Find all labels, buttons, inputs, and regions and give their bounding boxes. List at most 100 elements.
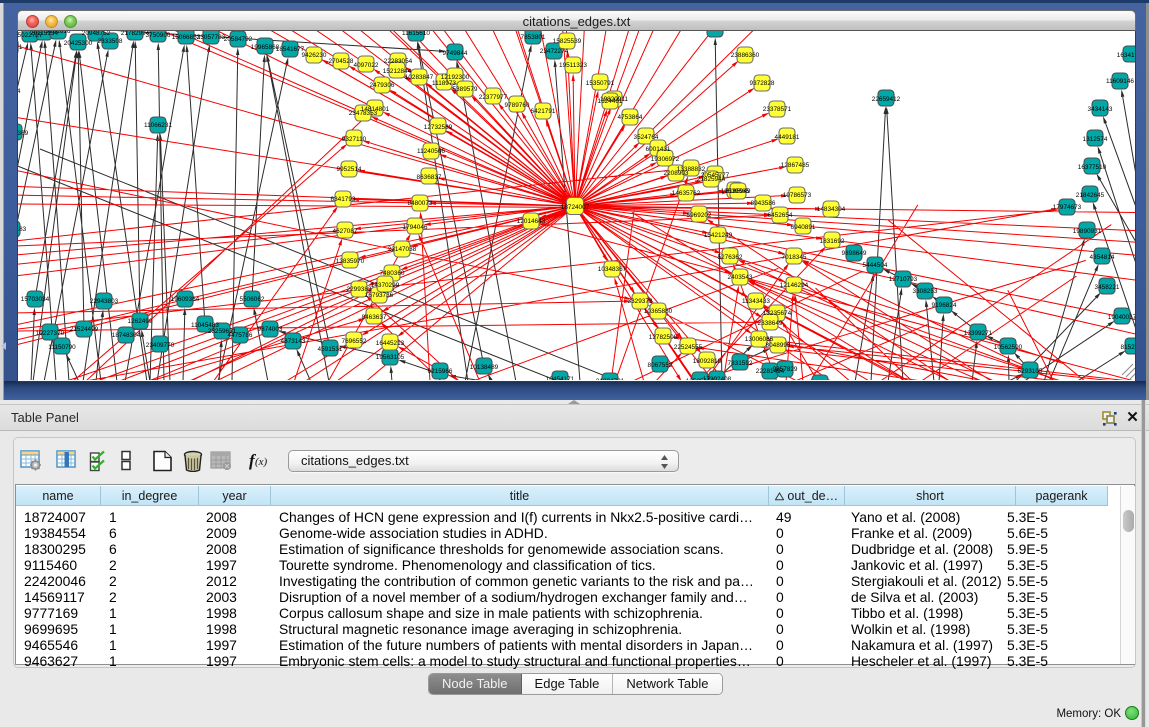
svg-text:2333508: 2333508 (98, 38, 123, 45)
svg-text:4449181: 4449181 (775, 134, 800, 141)
svg-text:18541677: 18541677 (276, 46, 305, 53)
svg-text:12710793: 12710793 (889, 276, 918, 283)
svg-text:9874003: 9874003 (258, 326, 283, 333)
svg-text:6341793: 6341793 (331, 196, 356, 203)
svg-text:9857829: 9857829 (773, 366, 798, 373)
svg-text:23147038: 23147038 (388, 246, 417, 253)
svg-text:22283054: 22283054 (384, 58, 413, 65)
svg-text:23472274: 23472274 (540, 48, 569, 55)
svg-text:5969202: 5969202 (687, 212, 712, 219)
svg-text:3308253: 3308253 (913, 288, 938, 295)
svg-text:6452654: 6452654 (768, 212, 793, 219)
svg-text:5391546: 5391546 (18, 182, 19, 189)
svg-text:1312574: 1312574 (1083, 136, 1108, 143)
svg-text:16341910: 16341910 (1117, 52, 1135, 59)
svg-text:13399271: 13399271 (964, 330, 993, 337)
svg-text:10348367: 10348367 (598, 266, 627, 273)
svg-text:20948752: 20948752 (82, 31, 111, 37)
svg-text:18092818: 18092818 (693, 358, 722, 365)
svg-text:2704528: 2704528 (329, 58, 354, 65)
svg-text:14834304: 14834304 (817, 206, 846, 213)
svg-text:7480360: 7480360 (380, 270, 405, 277)
svg-text:10365880: 10365880 (644, 308, 673, 315)
svg-text:1831692: 1831692 (820, 238, 845, 245)
svg-text:9196824: 9196824 (932, 302, 957, 309)
svg-text:21825944: 21825944 (697, 176, 726, 183)
svg-text:3524764: 3524764 (634, 134, 659, 141)
svg-text:7696552: 7696552 (342, 338, 367, 345)
svg-text:6185949: 6185949 (726, 188, 751, 195)
svg-text:4753864: 4753864 (618, 114, 643, 121)
svg-text:10283847: 10283847 (405, 74, 434, 81)
svg-text:8636837: 8636837 (417, 174, 442, 181)
svg-text:16445213: 16445213 (376, 340, 405, 347)
svg-text:21524499: 21524499 (70, 326, 99, 333)
svg-text:11542261: 11542261 (701, 31, 729, 33)
svg-text:11343433: 11343433 (742, 298, 770, 305)
svg-text:5506062: 5506062 (240, 296, 265, 303)
svg-text:5389579: 5389579 (453, 86, 478, 93)
svg-text:1324461: 1324461 (598, 98, 623, 105)
svg-text:12192300: 12192300 (441, 74, 470, 81)
svg-text:8463637: 8463637 (362, 314, 387, 321)
svg-text:3434143: 3434143 (1088, 106, 1113, 113)
svg-text:20584792: 20584792 (224, 36, 253, 43)
svg-text:15350791: 15350791 (586, 80, 615, 87)
svg-text:20425300: 20425300 (64, 40, 93, 47)
svg-text:5276362: 5276362 (718, 254, 743, 261)
svg-text:7853801: 7853801 (521, 34, 546, 41)
svg-text:22943803: 22943803 (90, 298, 119, 305)
svg-text:18748304: 18748304 (112, 332, 141, 339)
svg-text:19609364: 19609364 (171, 296, 200, 303)
svg-text:4475786: 4475786 (228, 332, 253, 339)
svg-text:4627087: 4627087 (333, 228, 358, 235)
svg-text:4873143: 4873143 (281, 338, 306, 345)
svg-text:23378571: 23378571 (763, 106, 792, 113)
svg-text:19040017: 19040017 (1108, 314, 1135, 321)
svg-text:8943586: 8943586 (751, 200, 776, 207)
svg-text:15421249: 15421249 (704, 232, 733, 239)
svg-text:18724007: 18724007 (561, 204, 590, 211)
svg-text:14635762: 14635762 (672, 190, 701, 197)
svg-text:6421791: 6421791 (531, 108, 556, 115)
svg-text:12014643: 12014643 (517, 218, 546, 225)
svg-text:19890931: 19890931 (1073, 228, 1102, 235)
svg-text:2403543: 2403543 (728, 274, 753, 281)
svg-text:19563105: 19563105 (376, 354, 405, 361)
svg-text:19306972: 19306972 (651, 156, 680, 163)
svg-text:5444504: 5444504 (863, 262, 888, 269)
svg-text:15825539: 15825539 (553, 38, 582, 45)
svg-text:21294721: 21294721 (596, 378, 625, 380)
svg-text:12146294: 12146294 (780, 282, 809, 289)
svg-text:8152271: 8152271 (1121, 344, 1135, 351)
svg-text:22659412: 22659412 (872, 96, 901, 103)
svg-text:16377510: 16377510 (1078, 164, 1107, 171)
svg-text:9372828: 9372828 (750, 80, 775, 87)
svg-text:2479306: 2479306 (370, 82, 395, 89)
svg-text:4354814: 4354814 (1090, 254, 1115, 261)
svg-text:14370299: 14370299 (371, 282, 400, 289)
svg-text:11150790: 11150790 (48, 344, 76, 351)
svg-text:12782508: 12782508 (649, 334, 678, 341)
svg-text:9912544: 9912544 (18, 88, 21, 95)
svg-text:11066231: 11066231 (144, 122, 172, 129)
svg-text:22377977: 22377977 (479, 94, 508, 101)
svg-text:6001431: 6001431 (646, 146, 671, 153)
svg-text:1794046: 1794046 (403, 224, 428, 231)
svg-text:2338649: 2338649 (758, 320, 783, 327)
svg-text:12732589: 12732589 (424, 124, 453, 131)
svg-text:3329373: 3329373 (628, 298, 653, 305)
svg-text:9898649: 9898649 (842, 250, 867, 257)
svg-text:9749844: 9749844 (443, 50, 468, 57)
svg-text:1262499: 1262499 (128, 318, 153, 325)
svg-text:13835970: 13835970 (336, 258, 365, 265)
svg-text:6940891: 6940891 (791, 224, 816, 231)
svg-text:23538183: 23538183 (18, 226, 27, 233)
svg-text:19786573: 19786573 (783, 192, 812, 199)
svg-text:15703034: 15703034 (21, 296, 50, 303)
svg-text:14280369: 14280369 (18, 130, 29, 137)
svg-text:9952514: 9952514 (337, 166, 362, 173)
svg-text:23057783: 23057783 (197, 34, 226, 41)
svg-text:11609146: 11609146 (1106, 78, 1134, 85)
svg-text:10562590: 10562590 (994, 344, 1023, 351)
